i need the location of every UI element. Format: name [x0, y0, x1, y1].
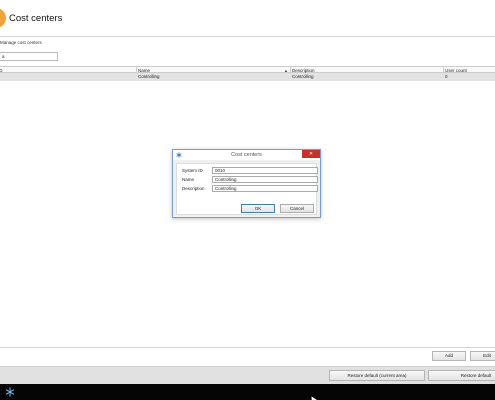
column-header-id[interactable]: ID: [0, 67, 3, 73]
taskbar: [0, 384, 495, 400]
dialog-title: Cost centers: [231, 152, 262, 158]
column-header-name[interactable]: Name: [138, 67, 150, 73]
table-row[interactable]: Controlling Controlling 0: [0, 73, 495, 81]
restore-default-button[interactable]: Restore default: [428, 370, 495, 381]
cell-user-count: 0: [445, 74, 448, 79]
cell-name: Controlling: [138, 74, 160, 79]
column-divider[interactable]: [443, 67, 444, 72]
restore-default-current-area-button[interactable]: Restore default (current area): [329, 370, 425, 381]
footer-divider: [0, 347, 495, 348]
cell-description: Controlling: [292, 74, 314, 79]
table-header: ID Name ▲ Description User count: [0, 66, 495, 73]
column-header-description[interactable]: Description: [292, 67, 315, 73]
system-id-field[interactable]: 0010: [212, 167, 318, 174]
description-field[interactable]: Controlling: [212, 185, 318, 192]
dialog-body: System ID 0010 Name Controlling Descript…: [176, 163, 318, 215]
column-divider[interactable]: [290, 67, 291, 72]
section-label: Manage cost centers: [0, 40, 42, 45]
add-button[interactable]: Add: [432, 351, 466, 361]
name-field[interactable]: Controlling: [212, 176, 318, 183]
column-divider[interactable]: [136, 67, 137, 72]
name-label: Name: [182, 177, 195, 182]
header-divider: [0, 36, 495, 37]
page-title: Cost centers: [9, 13, 63, 24]
column-header-user-count[interactable]: User count: [445, 67, 467, 73]
ok-button[interactable]: OK: [241, 204, 275, 213]
cancel-button[interactable]: Cancel: [280, 204, 314, 213]
app-logo-icon: [0, 8, 6, 28]
page-header: Cost centers: [0, 0, 495, 36]
close-icon[interactable]: ✕: [302, 150, 320, 158]
search-input[interactable]: a: [0, 52, 58, 61]
cost-centers-table: ID Name ▲ Description User count Control…: [0, 66, 495, 81]
snowflake-icon[interactable]: [5, 387, 15, 397]
edit-button[interactable]: Edit: [470, 351, 495, 361]
description-label: Description: [182, 186, 205, 191]
dialog-titlebar[interactable]: Cost centers ✕: [173, 150, 320, 160]
cost-center-dialog: Cost centers ✕ System ID 0010 Name Contr…: [172, 149, 321, 218]
system-id-label: System ID: [182, 168, 203, 173]
app-window: Cost centers Manage cost centers a ID Na…: [0, 0, 495, 400]
